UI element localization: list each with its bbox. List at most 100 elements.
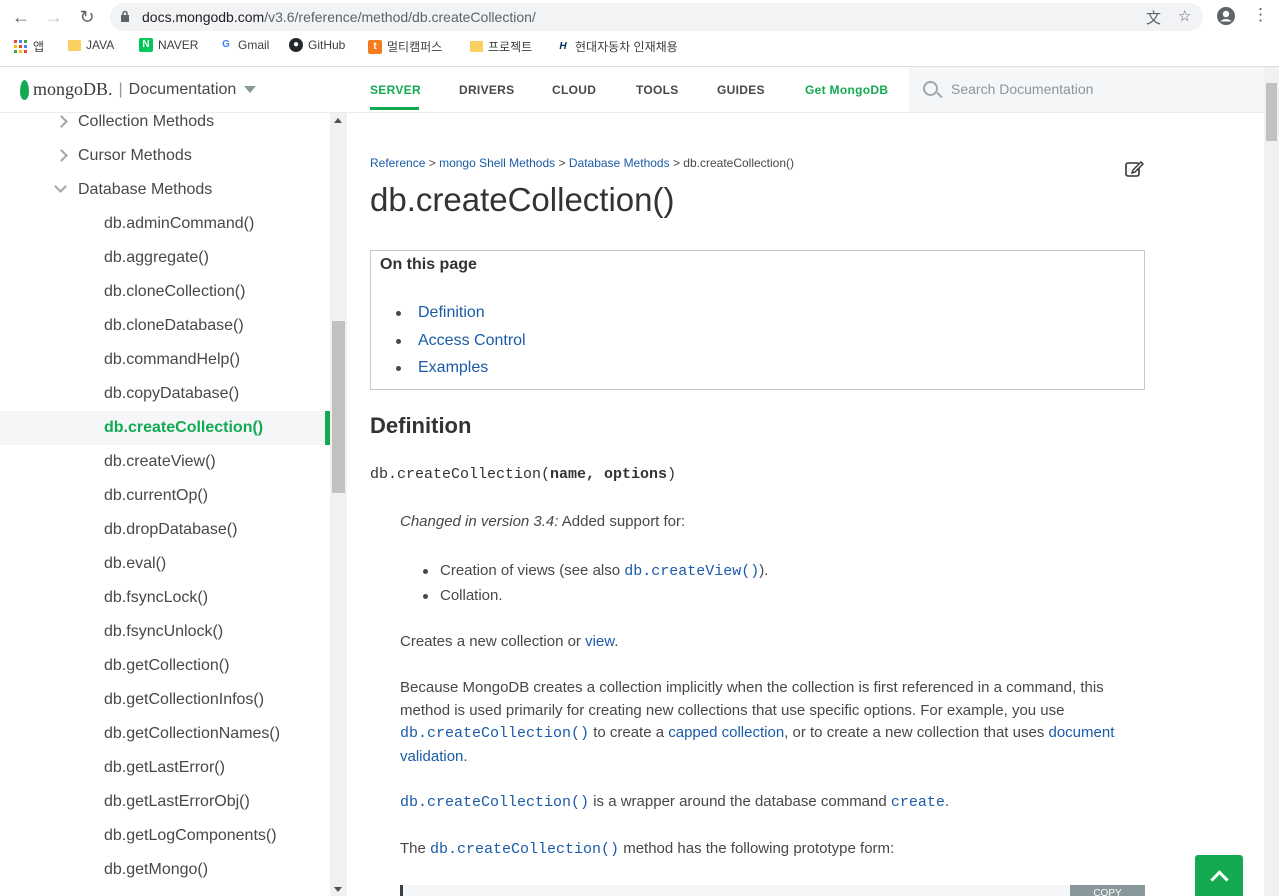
bookmark-apps[interactable]: 앱 [14,38,44,55]
paragraph-text: . [463,747,468,765]
bookmark-label: Gmail [238,38,270,52]
bookmark-github[interactable]: ● GitHub [289,38,345,52]
breadcrumb-link[interactable]: mongo Shell Methods [439,156,555,170]
sidebar-scrollbar[interactable] [330,113,347,896]
page-scrollbar[interactable] [1264,67,1279,896]
breadcrumb-link[interactable]: Reference [370,156,425,170]
star-icon[interactable]: ☆ [1178,7,1191,25]
sidebar-item[interactable]: db.aggregate() [0,241,330,275]
url-host: docs.mongodb.com [142,9,265,25]
address-bar[interactable]: docs.mongodb.com/v3.6/reference/method/d… [110,3,1203,31]
sidebar-item[interactable]: db.getLastError() [0,751,330,785]
bookmark-java[interactable]: JAVA [68,38,114,52]
sidebar-item[interactable]: db.dropDatabase() [0,513,330,547]
naver-icon: N [139,38,153,52]
sidebar-item[interactable]: db.cloneDatabase() [0,309,330,343]
google-icon: G [219,38,233,52]
get-mongodb-link[interactable]: Get MongoDB [805,83,888,97]
bookmark-hyundai[interactable]: H 현대자동차 인재채용 [556,38,678,55]
back-to-top-button[interactable] [1195,855,1243,896]
sidebar-item-label: db.cloneCollection() [104,283,246,300]
bookmark-naver[interactable]: N NAVER [139,38,198,52]
sidebar-item[interactable]: db.currentOp() [0,479,330,513]
toc-item: Definition [396,304,526,332]
sidebar-item[interactable]: db.copyDatabase() [0,377,330,411]
sidebar-item[interactable]: db.createView() [0,445,330,479]
edit-icon[interactable] [1125,159,1144,177]
nav-drivers[interactable]: DRIVERS [459,83,514,97]
profile-icon[interactable] [1216,6,1236,26]
paragraph-text: , or to create a new collection that use… [784,724,1049,741]
documentation-title: Documentation [128,80,237,98]
sidebar-item-label: db.dropDatabase() [104,521,238,538]
sidebar-nav: Collection Methods Cursor Methods Databa… [0,113,330,896]
breadcrumb-current: db.createCollection() [683,156,795,170]
nav-server[interactable]: SERVER [370,83,421,97]
sidebar-item-label: db.getLogComponents() [104,827,277,844]
createcollection-link[interactable]: db.createCollection() [400,794,589,811]
create-command-link[interactable]: create [891,794,945,811]
sidebar-item[interactable]: db.eval() [0,547,330,581]
sidebar-item[interactable]: db.fsyncLock() [0,581,330,615]
scroll-down-arrow-icon[interactable] [334,887,342,892]
toc-link-access-control[interactable]: Access Control [418,332,526,349]
sidebar-item-label: db.createView() [104,453,216,470]
sidebar-item-active[interactable]: db.createCollection() [0,411,330,445]
copy-button[interactable]: COPY [1070,885,1145,896]
sidebar-item[interactable]: db.getMongo() [0,853,330,887]
nav-tools[interactable]: TOOLS [636,83,679,97]
toc-link-examples[interactable]: Examples [418,359,488,376]
translate-icon[interactable]: 文 [1146,7,1161,28]
scroll-up-arrow-icon[interactable] [334,118,342,123]
sidebar-item-cursor-methods[interactable]: Cursor Methods [0,139,330,173]
url-path: /v3.6/reference/method/db.createCollecti… [264,9,536,25]
sidebar-item-collection-methods[interactable]: Collection Methods [0,113,330,139]
search-documentation[interactable]: Search Documentation [909,67,1264,112]
createcollection-link[interactable]: db.createCollection() [430,841,619,858]
chevron-down-icon [54,180,67,193]
sidebar-item[interactable]: db.getLastErrorObj() [0,785,330,819]
reload-icon[interactable]: ↻ [76,6,98,28]
page-scroll-thumb[interactable] [1266,83,1277,141]
createview-link[interactable]: db.createView() [624,563,759,580]
sidebar-item-label: db.getCollectionInfos() [104,691,265,708]
list-item: Creation of views (see also db.createVie… [400,560,768,585]
capped-collection-link[interactable]: capped collection [668,724,784,741]
nav-cloud[interactable]: CLOUD [552,83,596,97]
search-input[interactable]: Search Documentation [951,81,1093,97]
logo-text: mongoDB. [33,79,113,99]
sidebar-item[interactable]: db.commandHelp() [0,343,330,377]
chevron-right-icon [55,115,68,128]
sidebar-scroll-thumb[interactable] [332,321,345,493]
sidebar-item[interactable]: db.cloneCollection() [0,275,330,309]
signature-name: db.createCollection( [370,466,551,483]
bookmark-label: JAVA [86,38,115,52]
browser-chrome: ← → ↻ docs.mongodb.com/v3.6/reference/me… [0,0,1279,67]
sidebar-item[interactable]: db.getCollection() [0,649,330,683]
changed-list: Creation of views (see also db.createVie… [400,560,768,610]
bookmark-gmail[interactable]: G Gmail [219,38,269,52]
sidebar-item[interactable]: db.getCollectionInfos() [0,683,330,717]
caret-down-icon[interactable] [244,86,257,93]
sidebar-item[interactable]: db.adminCommand() [0,207,330,241]
sidebar-item[interactable]: db.fsyncUnlock() [0,615,330,649]
sidebar-item[interactable]: db.getLogComponents() [0,819,330,853]
createcollection-link[interactable]: db.createCollection() [400,725,589,742]
view-link[interactable]: view [585,633,614,650]
bookmark-project[interactable]: 프로젝트 [470,38,532,55]
menu-kebab-icon[interactable]: ⋮ [1252,5,1269,25]
toc-link-definition[interactable]: Definition [418,304,485,321]
toc-item: Access Control [396,332,526,360]
paragraph-because: Because MongoDB creates a collection imp… [400,677,1145,768]
bookmark-multicampus[interactable]: t 멀티캠퍼스 [368,38,442,55]
sidebar-item-database-methods[interactable]: Database Methods [0,173,330,207]
breadcrumb-link[interactable]: Database Methods [569,156,670,170]
sidebar-item-label: db.getLastErrorObj() [104,793,250,810]
forward-icon[interactable]: → [43,6,65,28]
nav-guides[interactable]: GUIDES [717,83,765,97]
list-item-text: Collation. [440,587,503,604]
docs-logo[interactable]: mongoDB. | Documentation [20,79,257,100]
back-icon[interactable]: ← [10,6,32,28]
paragraph-creates: Creates a new collection or view. [400,631,1145,654]
sidebar-item[interactable]: db.getCollectionNames() [0,717,330,751]
